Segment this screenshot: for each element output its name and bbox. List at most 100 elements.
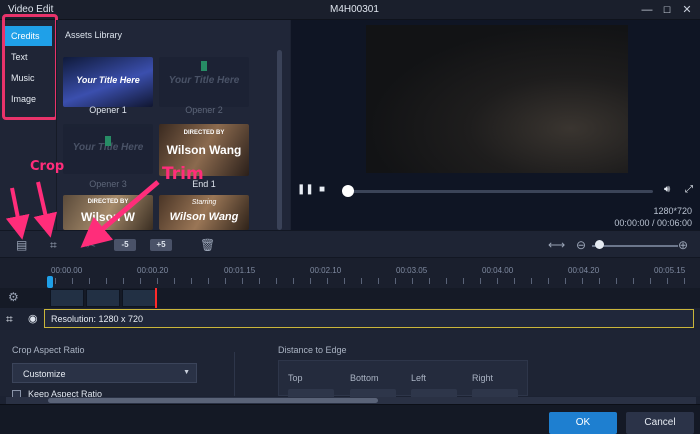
ok-button[interactable]: OK [549,412,617,434]
video-edit-window: Video Edit M4H00301 — ☐ ✕ Credits Text M… [0,0,700,434]
asset-end-3[interactable]: Starring Wilson Wang [159,195,249,230]
ruler-minor-tick [191,278,192,284]
highlight-box [2,14,58,120]
assets-scrollbar[interactable] [277,50,282,230]
thumb-title: Wilson W [81,210,135,224]
track-settings-icon[interactable]: ⚙ [8,290,19,304]
aspect-ratio-select[interactable]: Customize ▼ [12,363,197,383]
asset-opener-2[interactable]: Your Title Here [159,57,249,107]
ruler-minor-tick [667,278,668,284]
ruler-minor-tick [446,278,447,284]
ruler-minor-tick [514,278,515,284]
asset-label: Opener 1 [89,105,127,115]
thumb-title: Wilson Wang [169,211,239,223]
annotation-trim: Trim [162,164,204,184]
ruler-minor-tick [565,278,566,284]
resolution-label: Resolution: 1280 x 720 [51,314,144,324]
edge-bottom-label: Bottom [350,373,379,383]
playhead[interactable] [47,276,53,288]
close-icon[interactable]: ✕ [680,3,694,17]
ruler-minor-tick [531,278,532,284]
video-track: ⚙ [0,288,700,308]
horizontal-scroll-thumb[interactable] [48,398,378,403]
download-arrow-icon [105,136,111,146]
resolution-box: Resolution: 1280 x 720 [44,309,694,328]
preview-panel: ❚❚ ■ 🔊︎ ⤢ 1280*720 00:00:00 / 00:06:00 [291,20,700,230]
speed-up-button[interactable]: +5 [150,239,172,251]
ruler-minor-tick [242,278,243,284]
ruler-tick: 00:01.15 [224,266,256,275]
eye-icon[interactable]: ◉ [28,312,38,326]
ruler-minor-tick [174,278,175,284]
stop-icon[interactable]: ■ [319,184,325,195]
edge-left-label: Left [411,373,427,383]
fullscreen-icon[interactable]: ⤢ [685,184,693,195]
ruler-minor-tick [599,278,600,284]
zoom-track[interactable] [592,245,678,247]
ruler-minor-tick [633,278,634,284]
chevron-down-icon: ▼ [183,369,190,376]
ruler-tick: 00:03.05 [396,266,428,275]
assets-library: Assets Library Your Title Here Opener 1 … [56,20,290,230]
ruler-minor-tick [361,278,362,284]
timeline-ruler[interactable]: 00:00.00 00:00.20 00:01.15 00:02.10 00:0… [0,258,700,288]
crop-icon[interactable]: ⌗ [50,238,57,252]
ruler-minor-tick [276,278,277,284]
ruler-minor-tick [582,278,583,284]
thumb-title: Your Title Here [76,75,140,85]
thumb-small: DIRECTED BY [183,130,225,136]
cancel-button[interactable]: Cancel [626,412,694,434]
asset-end-2[interactable]: DIRECTED BY Wilson W [63,195,153,230]
minimize-icon[interactable]: — [640,3,654,17]
zoom-handle[interactable] [595,240,604,249]
ruler-minor-tick [378,278,379,284]
zoom-in-icon[interactable]: ⊕ [678,238,688,252]
pause-icon[interactable]: ❚❚ [297,184,314,195]
ruler-tick: 00:00.00 [51,266,83,275]
video-clip-frame[interactable] [50,289,84,307]
edge-top-label: Top [288,373,303,383]
ruler-minor-tick [259,278,260,284]
aspect-ratio-value: Customize [23,369,66,379]
ruler-minor-tick [72,278,73,284]
assets-heading: Assets Library [65,30,123,40]
crop-resolution-bar: ⌗ ◉ Resolution: 1280 x 720 [0,308,700,330]
ruler-minor-tick [208,278,209,284]
trim-icon[interactable]: ✂ [86,238,96,252]
thumb-small: Starring [191,199,217,206]
aspect-ratio-label: Crop Aspect Ratio [12,345,85,355]
thumb-small: DIRECTED BY [87,199,129,205]
trash-icon[interactable]: 🗑︎ [200,238,215,252]
ruler-minor-tick [310,278,311,284]
asset-opener-1[interactable]: Your Title Here [63,57,153,107]
ruler-minor-tick [55,278,56,284]
fit-width-icon[interactable]: ⟷ [548,238,565,252]
ruler-minor-tick [89,278,90,284]
video-clip-frame[interactable] [86,289,120,307]
annotation-crop: Crop [30,159,65,174]
clip-end-marker [155,288,157,308]
progress-handle[interactable] [342,185,354,197]
zoom-out-icon[interactable]: ⊖ [576,238,586,252]
video-clip-frame[interactable] [122,289,156,307]
asset-label: Opener 2 [185,105,223,115]
maximize-icon[interactable]: ☐ [660,3,674,17]
edge-right-label: Right [472,373,494,383]
crop-icon[interactable]: ⌗ [6,312,13,326]
film-icon[interactable]: ▤ [16,238,27,252]
speed-down-button[interactable]: -5 [114,239,136,251]
ruler-minor-tick [548,278,549,284]
preview-time: 00:00:00 / 00:06:00 [614,218,692,228]
ruler-tick: 00:02.10 [310,266,342,275]
file-name: M4H00301 [330,4,379,15]
ruler-minor-tick [327,278,328,284]
crop-panel: Crop Aspect Ratio Customize ▼ Distance t… [0,330,700,399]
asset-opener-3[interactable]: Your Title Here [63,124,153,174]
ruler-minor-tick [395,278,396,284]
distance-label: Distance to Edge [278,345,347,355]
ruler-tick: 00:04.20 [568,266,600,275]
ruler-minor-tick [140,278,141,284]
progress-track[interactable] [347,190,653,193]
video-preview [366,25,628,173]
volume-icon[interactable]: 🔊︎ [664,184,670,195]
